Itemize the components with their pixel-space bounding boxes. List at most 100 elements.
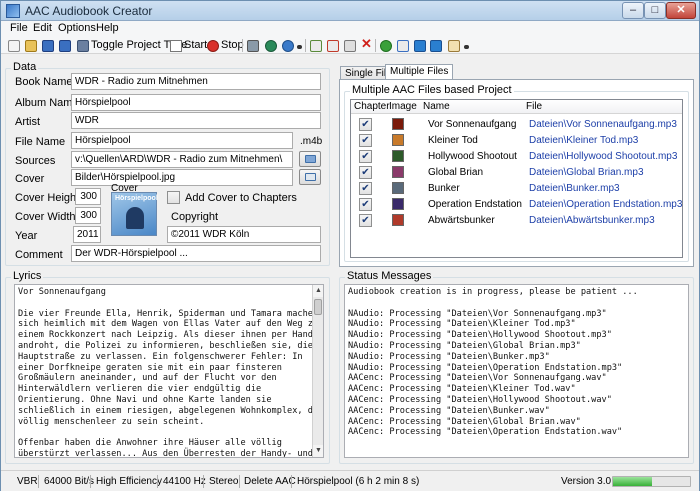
properties-icon[interactable]: [397, 40, 409, 52]
chapter-name[interactable]: Operation Endstation: [428, 199, 522, 210]
chapter-file-link[interactable]: Dateien\Hollywood Shootout.mp3: [529, 151, 677, 162]
chapter-name[interactable]: Abwärtsbunker: [428, 215, 495, 226]
chapter-thumbnail: [392, 198, 404, 210]
chapter-name[interactable]: Global Brian: [428, 167, 483, 178]
move-up-icon[interactable]: [414, 40, 426, 52]
chapter-checkbox[interactable]: ✔: [359, 118, 372, 131]
status-mode: VBR: [17, 476, 38, 487]
chapter-checkbox[interactable]: ✔: [359, 134, 372, 147]
chapter-name[interactable]: Bunker: [428, 183, 460, 194]
files-list[interactable]: Chapter Image Name File ✔ Vor Sonnenaufga…: [350, 99, 683, 258]
dropdown-arrow-icon[interactable]: [464, 45, 469, 49]
toggle-project-icon[interactable]: [77, 40, 89, 52]
edit-list-icon[interactable]: [344, 40, 356, 52]
save-as-icon[interactable]: [59, 40, 71, 52]
chapter-file-link[interactable]: Dateien\Global Brian.mp3: [529, 167, 644, 178]
table-row[interactable]: ✔ Global Brian Dateien\Global Brian.mp3: [351, 165, 682, 181]
chapter-file-link[interactable]: Dateien\Bunker.mp3: [529, 183, 620, 194]
copyright-field[interactable]: ©2011 WDR Köln: [167, 226, 321, 243]
chapter-checkbox[interactable]: ✔: [359, 198, 372, 211]
clipboard-icon[interactable]: [448, 40, 460, 52]
scroll-up-icon[interactable]: ▲: [313, 285, 323, 297]
lyrics-scrollbar[interactable]: ▲ ▼: [312, 285, 323, 457]
chapter-checkbox[interactable]: ✔: [359, 182, 372, 195]
cover-height-field[interactable]: 300: [75, 188, 101, 205]
album-name-field[interactable]: Hörspielpool: [71, 94, 321, 111]
status-divider: [90, 475, 91, 488]
column-file[interactable]: File: [526, 101, 542, 112]
browse-cover-button[interactable]: [299, 169, 321, 185]
chapter-name[interactable]: Kleiner Tod: [428, 135, 478, 146]
stop-button[interactable]: Stop: [221, 38, 244, 53]
close-button[interactable]: ✕: [666, 2, 696, 19]
sources-field[interactable]: v:\Quellen\ARD\WDR - Radio zum Mitnehmen…: [71, 151, 293, 168]
open-icon[interactable]: [25, 40, 37, 52]
menu-file[interactable]: File: [6, 22, 32, 34]
add-file-icon[interactable]: [310, 40, 322, 52]
table-row[interactable]: ✔ Kleiner Tod Dateien\Kleiner Tod.mp3: [351, 133, 682, 149]
remove-file-icon[interactable]: [327, 40, 339, 52]
chapter-file-link[interactable]: Dateien\Vor Sonnenaufgang.mp3: [529, 119, 677, 130]
chapter-file-link[interactable]: Dateien\Operation Endstation.mp3: [529, 199, 682, 210]
stop-icon[interactable]: [207, 40, 219, 52]
lyrics-textarea[interactable]: Vor Sonnenaufgang Die vier Freunde Ella,…: [14, 284, 324, 458]
dropdown-arrow-icon[interactable]: [297, 45, 302, 49]
save-icon[interactable]: [42, 40, 54, 52]
info-icon[interactable]: [282, 40, 294, 52]
chapter-checkbox[interactable]: ✔: [359, 150, 372, 163]
table-row[interactable]: ✔ Operation Endstation Dateien\Operation E…: [351, 197, 682, 213]
status-summary: Hörspielpool (6 h 2 min 8 s): [297, 476, 420, 487]
year-field[interactable]: 2011: [73, 226, 101, 243]
status-textarea[interactable]: Audiobook creation is in progress, pleas…: [344, 284, 689, 458]
move-down-icon[interactable]: [430, 40, 442, 52]
tab-multiple-files[interactable]: Multiple Files: [385, 64, 454, 80]
menu-edit[interactable]: Edit: [29, 22, 56, 34]
chapter-file-link[interactable]: Dateien\Kleiner Tod.mp3: [529, 135, 638, 146]
file-name-field[interactable]: Hörspielpool: [71, 132, 293, 149]
cover-width-field[interactable]: 300: [75, 207, 101, 224]
status-channels: Stereo: [209, 476, 239, 487]
chapter-checkbox[interactable]: ✔: [359, 166, 372, 179]
minimize-button[interactable]: –: [622, 2, 644, 19]
status-text: Audiobook creation is in progress, pleas…: [348, 287, 638, 438]
sources-label: Sources: [15, 155, 56, 167]
add-cover-checkbox[interactable]: [167, 191, 180, 204]
artist-label: Artist: [15, 116, 41, 128]
column-chapter[interactable]: Chapter: [354, 101, 390, 112]
chapter-file-link[interactable]: Dateien\Abwärtsbunker.mp3: [529, 215, 655, 226]
status-profile: High Efficiency: [96, 476, 162, 487]
cursor-icon[interactable]: [170, 40, 182, 52]
globe-icon[interactable]: [265, 40, 277, 52]
title-bar: AAC Audiobook Creator – □ ✕: [1, 1, 699, 21]
comment-field[interactable]: Der WDR-Hörspielpool ...: [71, 245, 321, 262]
copyright-label: Copyright: [171, 211, 219, 223]
new-icon[interactable]: [8, 40, 20, 52]
chapter-thumbnail: [392, 134, 404, 146]
scroll-down-icon[interactable]: ▼: [313, 445, 323, 457]
column-name[interactable]: Name: [423, 101, 450, 112]
column-image[interactable]: Image: [389, 101, 417, 112]
delete-icon[interactable]: ✕: [361, 37, 373, 51]
toolbar-separator: [242, 39, 243, 52]
file-name-label: File Name: [15, 136, 66, 148]
cover-preview-image: Hörspielpool: [111, 192, 158, 236]
maximize-button[interactable]: □: [644, 2, 666, 19]
chapter-name[interactable]: Vor Sonnenaufgang: [428, 119, 516, 130]
cover-field[interactable]: Bilder\Hörspielpool.jpg: [71, 169, 293, 186]
tools-icon[interactable]: [247, 40, 259, 52]
file-extension-label: .m4b: [300, 136, 323, 147]
browse-sources-button[interactable]: [299, 151, 321, 167]
scroll-thumb[interactable]: [314, 299, 322, 315]
book-name-field[interactable]: WDR - Radio zum Mitnehmen: [71, 73, 321, 90]
table-row[interactable]: ✔ Hollywood Shootout Dateien\Hollywood Sho…: [351, 149, 682, 165]
artist-field[interactable]: WDR: [71, 112, 321, 129]
refresh-icon[interactable]: [380, 40, 392, 52]
chapter-name[interactable]: Hollywood Shootout: [428, 151, 517, 162]
table-row[interactable]: ✔ Bunker Dateien\Bunker.mp3: [351, 181, 682, 197]
menu-help[interactable]: Help: [92, 22, 123, 34]
chapter-checkbox[interactable]: ✔: [359, 214, 372, 227]
start-button[interactable]: Start: [184, 38, 207, 53]
table-row[interactable]: ✔ Abwärtsbunker Dateien\Abwärtsbunker.mp3: [351, 213, 682, 229]
table-row[interactable]: ✔ Vor Sonnenaufgang Dateien\Vor Sonnenaufg…: [351, 117, 682, 133]
cover-width-label: Cover Width: [15, 211, 76, 223]
